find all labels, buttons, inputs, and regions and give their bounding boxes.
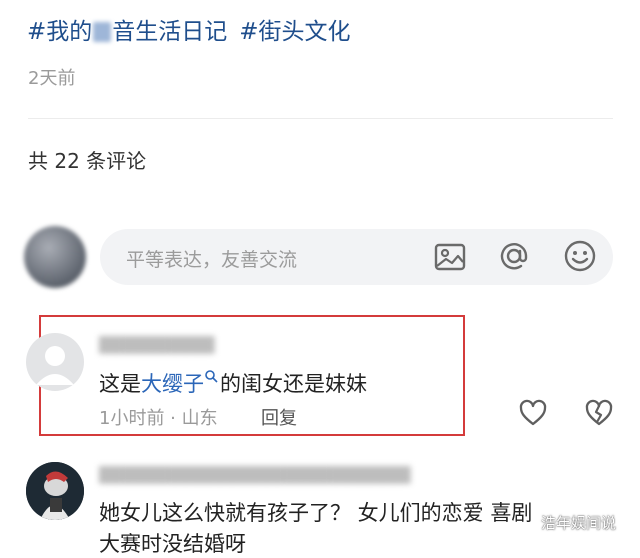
- watermark: 浩年娱间说: [541, 514, 617, 532]
- emoji-icon[interactable]: [563, 239, 597, 273]
- avatar[interactable]: [26, 462, 84, 520]
- post-time: 2天前: [28, 68, 76, 89]
- comment-text-line2: 大赛时没结婚呀: [99, 532, 246, 556]
- image-icon[interactable]: [433, 240, 467, 274]
- broken-heart-icon[interactable]: [584, 398, 614, 428]
- mention-link[interactable]: 大缨子: [141, 372, 204, 396]
- post-hashtags: #我的 音生活日记 #街头文化: [27, 12, 363, 46]
- hashtag-my-douyin-diary[interactable]: #我的 音生活日记: [27, 19, 227, 45]
- heart-icon[interactable]: [518, 398, 548, 428]
- comment-meta: 1小时前 · 山东: [99, 408, 218, 429]
- avatar[interactable]: [26, 333, 84, 391]
- search-icon[interactable]: [204, 369, 218, 383]
- comment-input-placeholder: 平等表达，友善交流: [126, 249, 298, 271]
- divider: [28, 118, 613, 119]
- comment-text: 她女儿这么快就有孩子了？ 女儿们的恋爱 喜剧: [99, 501, 533, 525]
- at-icon[interactable]: [497, 239, 531, 273]
- comment-text: 这是大缨子 的闺女还是妹妹: [99, 368, 367, 398]
- hashtag-street-culture[interactable]: #街头文化: [239, 19, 350, 45]
- user-photo: [26, 462, 84, 520]
- current-user-avatar: [24, 226, 86, 288]
- username-redacted: ██████████: [99, 336, 215, 354]
- username-redacted: ███████████████████████████: [99, 466, 411, 484]
- redacted-character: [93, 22, 112, 42]
- reply-button[interactable]: 回复: [261, 404, 297, 430]
- default-avatar-icon: [36, 346, 74, 385]
- comment-count: 共 22 条评论: [28, 149, 147, 173]
